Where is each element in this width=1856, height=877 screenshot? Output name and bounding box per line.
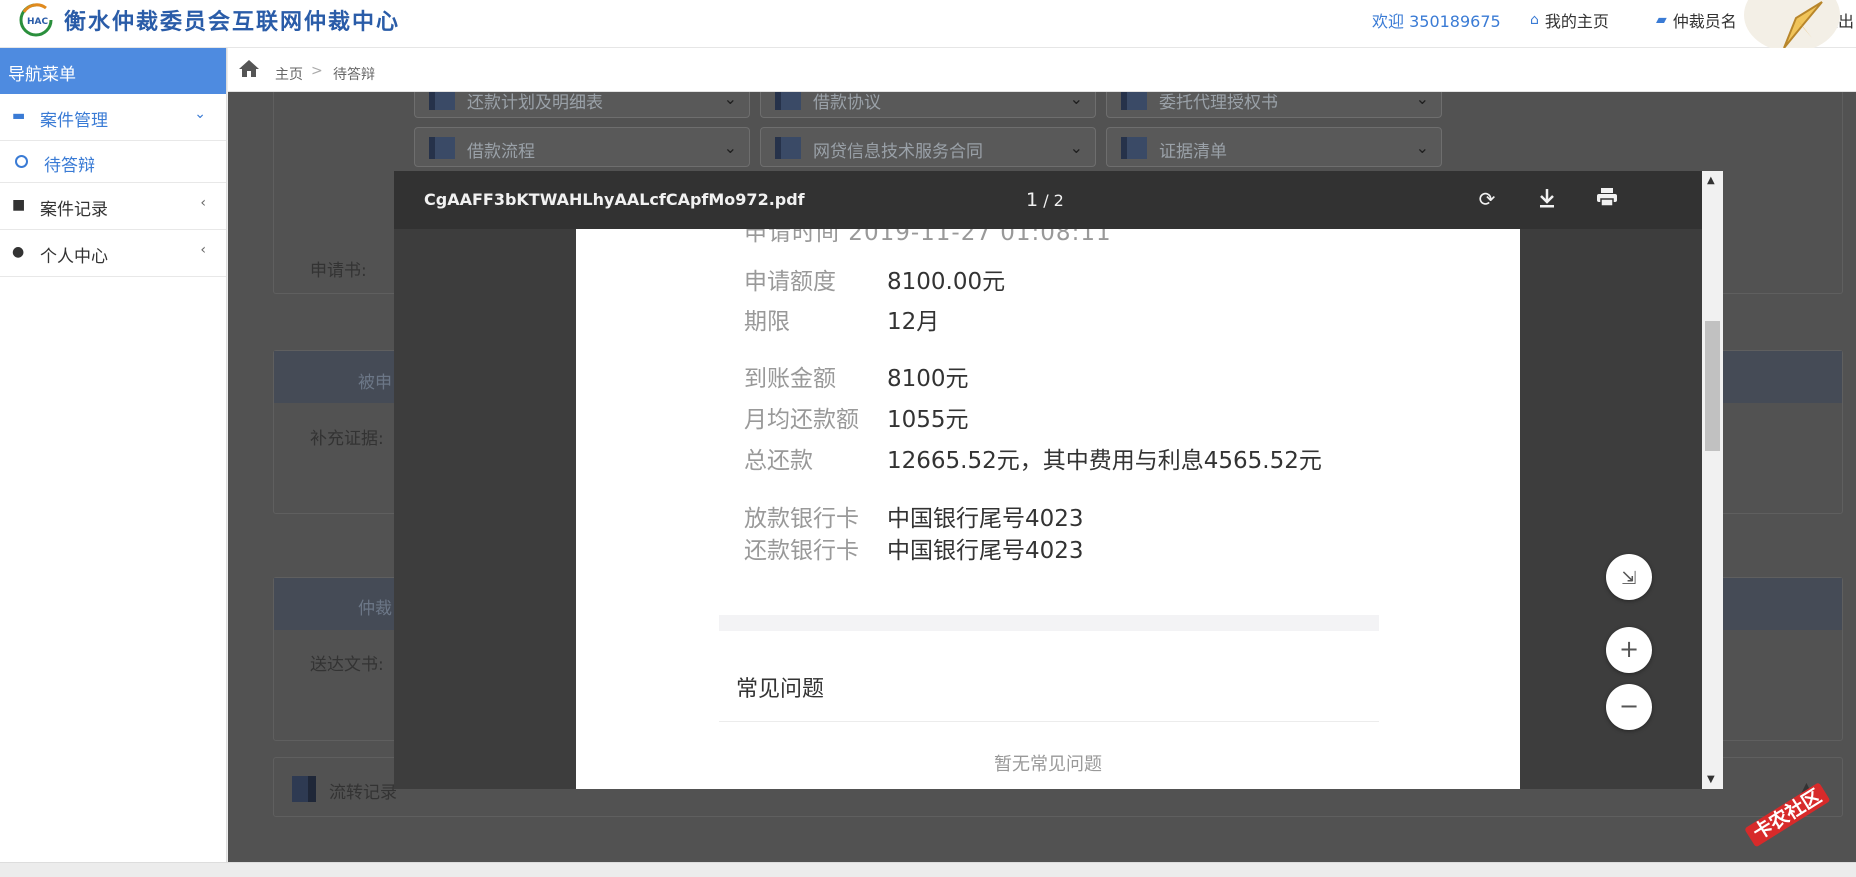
rotate-icon[interactable]: ⟳: [1474, 187, 1500, 213]
pdf-viewer: CgAAFF3bKTWAHLhyAALcfCApfMo972.pdf 1 / 2…: [394, 171, 1723, 789]
sidebar-item-personal-center[interactable]: ● 个人中心 ‹: [0, 230, 226, 277]
sidebar-item-label: 待答辩: [44, 156, 95, 176]
respondent-head-text: 被申: [358, 373, 392, 393]
supplement-evidence-label: 补充证据:: [310, 429, 384, 449]
field-value: 1055元: [887, 407, 969, 433]
pdf-toolbar: CgAAFF3bKTWAHLhyAALcfCApfMo972.pdf 1 / 2…: [394, 171, 1702, 229]
pdf-page: 申请时间 2019-11-27 01:08:11 申请额度 8100.00元 期…: [576, 229, 1520, 789]
field-value: 中国银行尾号4023: [887, 506, 1084, 532]
breadcrumb-current: 待答辩: [333, 67, 375, 83]
chevron-left-icon: ‹: [200, 242, 206, 258]
field-label: 还款银行卡: [744, 538, 859, 564]
plus-icon: +: [1618, 635, 1640, 663]
my-home-label: 我的主页: [1544, 12, 1609, 31]
sidebar-item-case-management[interactable]: ▬ 案件管理 ⌄: [0, 94, 226, 141]
current-page[interactable]: 1: [1026, 189, 1038, 211]
home-icon: ⌂: [1530, 12, 1539, 28]
fit-page-button[interactable]: ⇲: [1606, 554, 1652, 600]
top-header: HAC 衡水仲裁委员会互联网仲裁中心 欢迎 350189675 ⌂ 我的主页 ▰…: [0, 0, 1856, 52]
sidebar-item-label: 案件管理: [40, 111, 108, 131]
faq-divider: [719, 721, 1379, 722]
sidebar-item-label: 个人中心: [40, 247, 108, 267]
page-separator: /: [1043, 191, 1049, 210]
note-icon: ■: [12, 197, 26, 213]
arbitration-head-text: 仲裁: [358, 599, 392, 619]
book-icon: ▰: [1656, 12, 1667, 28]
nav-heading: 导航菜单: [0, 48, 226, 94]
chevron-down-icon: ⌄: [194, 106, 206, 122]
compress-icon: ⇲: [1621, 568, 1637, 589]
pdf-filename: CgAAFF3bKTWAHLhyAALcfCApfMo972.pdf: [424, 190, 805, 209]
document-icon: [292, 776, 316, 802]
field-label: 到账金额: [744, 366, 836, 392]
field-value: 8100元: [887, 366, 969, 392]
arbitrator-list-label: 仲裁员名: [1672, 12, 1737, 31]
field-value: 12月: [887, 309, 940, 335]
breadcrumb-separator: >: [311, 63, 323, 79]
user-icon: ●: [12, 244, 25, 260]
user-avatar[interactable]: [1744, 0, 1840, 52]
my-home-link[interactable]: ⌂ 我的主页: [1530, 8, 1609, 32]
field-label: 期限: [744, 309, 790, 335]
hac-logo: HAC: [19, 3, 53, 37]
arbitrator-list-link[interactable]: ▰ 仲裁员名: [1656, 8, 1737, 32]
total-pages: 2: [1053, 191, 1064, 210]
home-icon[interactable]: [238, 58, 260, 78]
delivery-document-label: 送达文书:: [310, 655, 384, 675]
breadcrumb-home[interactable]: 主页: [275, 64, 303, 84]
field-label: 放款银行卡: [744, 506, 859, 532]
field-label: 总还款: [744, 448, 813, 474]
zoom-out-button[interactable]: −: [1606, 684, 1652, 730]
folder-icon: ▬: [12, 108, 26, 124]
site-title: 衡水仲裁委员会互联网仲裁中心: [64, 10, 401, 35]
field-label: 月均还款额: [744, 407, 859, 433]
chevron-left-icon: ‹: [200, 195, 206, 211]
faq-empty-text: 暂无常见问题: [994, 754, 1102, 775]
avatar-image: [1783, 1, 1823, 49]
welcome-text: 欢迎 350189675: [1372, 12, 1501, 31]
section-divider: [719, 615, 1379, 631]
sidebar-item-label: 案件记录: [40, 200, 108, 220]
field-value: 中国银行尾号4023: [887, 538, 1084, 564]
scrollbar-thumb[interactable]: [1705, 321, 1720, 451]
download-icon[interactable]: [1534, 187, 1560, 213]
cut-off-row: 申请时间 2019-11-27 01:08:11: [744, 229, 1112, 246]
logo-text: HAC: [27, 17, 48, 27]
scroll-down-icon[interactable]: ▼: [1707, 774, 1715, 785]
minus-icon: −: [1618, 692, 1640, 720]
application-label: 申请书:: [310, 261, 367, 281]
faq-title: 常见问题: [736, 677, 825, 702]
page-indicator: 1 / 2: [1026, 189, 1064, 211]
zoom-in-button[interactable]: +: [1606, 627, 1652, 673]
print-icon[interactable]: [1594, 187, 1620, 213]
sidebar: 导航菜单 ▬ 案件管理 ⌄ 待答辩 ■ 案件记录 ‹ ● 个人中心 ‹: [0, 48, 227, 868]
breadcrumb: 主页 > 待答辩: [228, 48, 1856, 92]
field-value: 8100.00元: [887, 269, 1006, 295]
scroll-up-icon[interactable]: ▲: [1707, 175, 1715, 186]
sidebar-item-case-records[interactable]: ■ 案件记录 ‹: [0, 183, 226, 230]
field-label: 申请额度: [744, 269, 836, 295]
flow-record-label: 流转记录: [329, 783, 397, 803]
ring-icon: [15, 155, 28, 168]
field-value: 12665.52元，其中费用与利息4565.52元: [887, 448, 1322, 474]
bottom-strip: [0, 862, 1856, 877]
sidebar-item-pending-defense[interactable]: 待答辩: [0, 141, 226, 183]
viewer-scrollbar[interactable]: ▲ ▼: [1702, 171, 1723, 789]
